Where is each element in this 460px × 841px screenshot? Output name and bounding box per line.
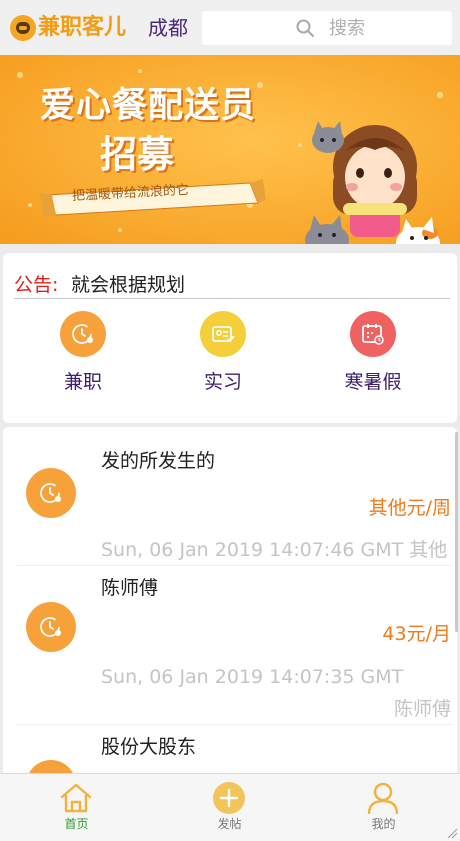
category-label: 实习 bbox=[203, 371, 242, 393]
tab-post[interactable]: 发帖 bbox=[153, 774, 306, 841]
notice-card: 公告: 就会根据规划 兼职 实习 寒暑假 bbox=[3, 253, 457, 423]
search-icon bbox=[296, 19, 314, 37]
top-bar: 兼职客儿 成都 搜索 bbox=[0, 0, 460, 55]
banner-illustration bbox=[0, 55, 460, 244]
tab-home[interactable]: 首页 bbox=[0, 774, 153, 841]
brand-logo-icon bbox=[10, 15, 36, 41]
resize-grip-icon[interactable] bbox=[446, 827, 458, 839]
category-part-time[interactable]: 兼职 bbox=[23, 311, 143, 411]
job-meta: Sun, 06 Jan 2019 14:07:46 GMT 其他 bbox=[101, 539, 448, 561]
notice-text[interactable]: 就会根据规划 bbox=[71, 272, 185, 298]
plus-circle-icon bbox=[213, 782, 245, 814]
job-title: 发的所发生的 bbox=[101, 450, 216, 472]
clock-icon bbox=[60, 311, 106, 357]
notice-label: 公告: bbox=[14, 274, 59, 296]
city-selector[interactable]: 成都 bbox=[148, 13, 188, 43]
category-label: 兼职 bbox=[63, 371, 102, 393]
category-vacation[interactable]: 寒暑假 bbox=[313, 311, 433, 411]
job-title: 股份大股东 bbox=[101, 736, 197, 758]
job-meta: Sun, 06 Jan 2019 14:07:35 GMT bbox=[101, 666, 404, 688]
job-title: 陈师傅 bbox=[101, 577, 159, 599]
brand-name: 兼职客儿 bbox=[38, 15, 127, 40]
banner-subheadline: 招募 bbox=[100, 133, 174, 176]
clock-icon bbox=[26, 602, 76, 652]
promo-banner[interactable]: 爱心餐配送员 招募 把温暖带给流浪的它 bbox=[0, 55, 460, 244]
list-item[interactable]: 发的所发生的 其他元/周 Sun, 06 Jan 2019 14:07:46 G… bbox=[3, 427, 457, 565]
clock-icon bbox=[26, 468, 76, 518]
job-salary: 43元/月 bbox=[382, 623, 451, 645]
scrollbar[interactable] bbox=[455, 432, 458, 632]
tab-mine[interactable]: 我的 bbox=[307, 774, 460, 841]
bottom-tab-bar: 首页 发帖 我的 bbox=[0, 773, 460, 841]
job-list: 发的所发生的 其他元/周 Sun, 06 Jan 2019 14:07:46 G… bbox=[3, 427, 457, 787]
category-label: 寒暑假 bbox=[344, 371, 402, 393]
search-placeholder: 搜索 bbox=[329, 18, 365, 39]
job-salary: 其他元/周 bbox=[368, 497, 451, 519]
tab-label: 首页 bbox=[64, 817, 89, 831]
id-card-icon bbox=[200, 311, 246, 357]
tab-label: 我的 bbox=[371, 817, 396, 831]
job-meta-extra: 陈师傅 bbox=[393, 698, 451, 720]
calendar-icon bbox=[350, 311, 396, 357]
home-icon bbox=[60, 783, 92, 813]
notice-divider bbox=[14, 298, 450, 299]
tab-label: 发帖 bbox=[217, 817, 242, 831]
user-icon bbox=[367, 782, 399, 815]
search-input[interactable]: 搜索 bbox=[202, 11, 452, 45]
category-internship[interactable]: 实习 bbox=[163, 311, 283, 411]
banner-headline: 爱心餐配送员 bbox=[40, 86, 257, 126]
list-item[interactable]: 陈师傅 43元/月 Sun, 06 Jan 2019 14:07:35 GMT … bbox=[3, 566, 457, 724]
